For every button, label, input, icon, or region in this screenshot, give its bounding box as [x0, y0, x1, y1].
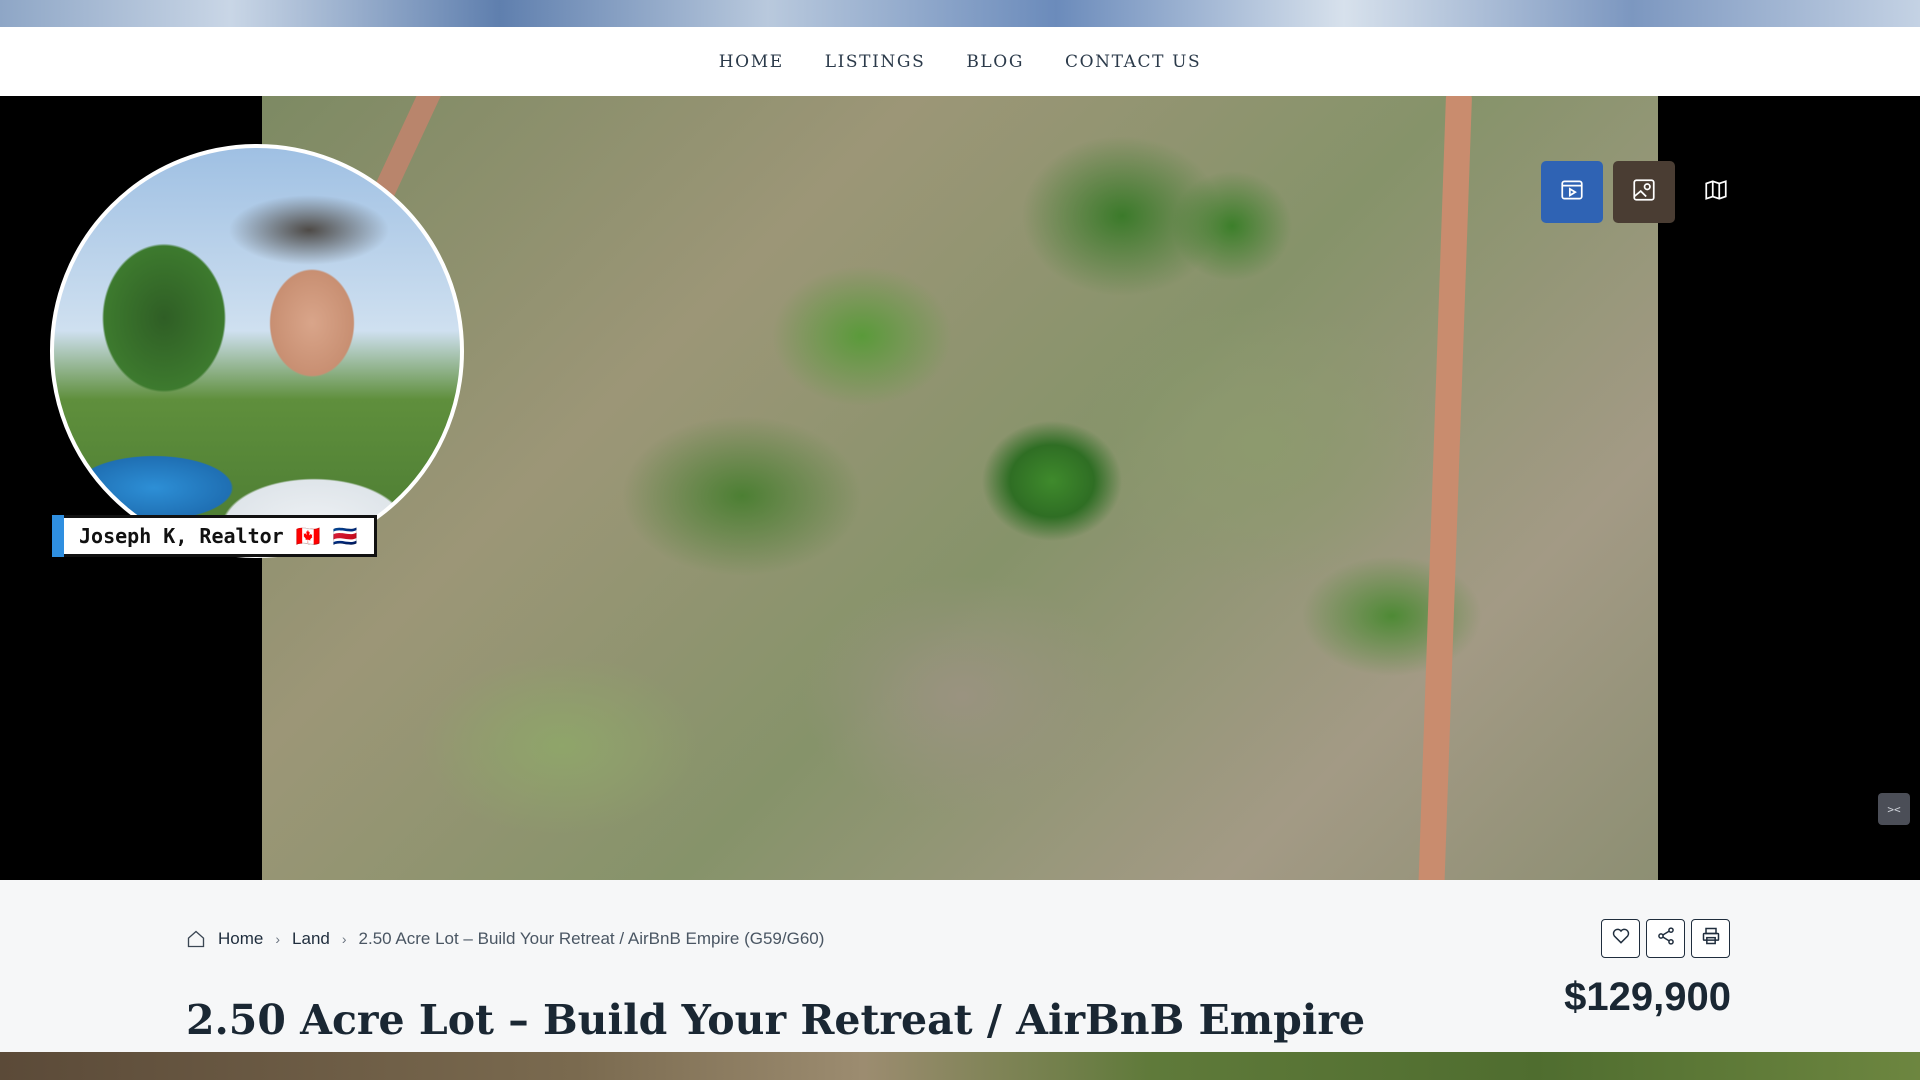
- print-button[interactable]: [1691, 919, 1730, 958]
- chevron-right-icon: ›: [341, 931, 347, 947]
- print-icon: [1701, 926, 1721, 951]
- photos-tab-button[interactable]: [1613, 161, 1675, 223]
- video-tab-button[interactable]: [1541, 161, 1603, 223]
- map-icon: [1703, 177, 1729, 208]
- chevron-right-icon: ›: [275, 931, 281, 947]
- favorite-button[interactable]: [1601, 919, 1640, 958]
- gallery-preview-strip: [0, 1052, 1920, 1080]
- heart-icon: [1611, 926, 1631, 951]
- presenter-name-label: Joseph K, Realtor 🇨🇦 🇨🇷: [52, 515, 377, 557]
- photo-icon: [1631, 177, 1657, 208]
- nav-home[interactable]: HOME: [719, 52, 784, 72]
- nav-listings[interactable]: LISTINGS: [825, 52, 926, 72]
- main-nav: HOME LISTINGS BLOG CONTACT US: [0, 27, 1920, 96]
- nav-contact-us[interactable]: CONTACT US: [1065, 52, 1201, 72]
- home-icon: [186, 929, 206, 949]
- dirt-road: [1417, 96, 1473, 880]
- video-icon: [1559, 177, 1585, 208]
- listing-actions: [1601, 919, 1730, 958]
- breadcrumb-home[interactable]: Home: [218, 929, 263, 949]
- breadcrumb: Home › Land › 2.50 Acre Lot – Build Your…: [186, 929, 824, 949]
- breadcrumb-current: 2.50 Acre Lot – Build Your Retreat / Air…: [358, 929, 825, 948]
- listing-title: 2.50 Acre Lot – Build Your Retreat / Air…: [186, 996, 1366, 1044]
- map-tab-button[interactable]: [1685, 161, 1747, 223]
- nav-blog[interactable]: BLOG: [966, 52, 1024, 72]
- breadcrumb-land[interactable]: Land: [292, 929, 330, 949]
- chat-widget-icon[interactable]: ><: [1878, 793, 1910, 825]
- share-button[interactable]: [1646, 919, 1685, 958]
- aerial-property-video[interactable]: [262, 96, 1658, 880]
- listing-price: $129,900: [1564, 975, 1731, 1019]
- share-icon: [1656, 926, 1676, 951]
- presenter-video-bubble: [50, 144, 464, 558]
- header-sky-banner: [0, 0, 1920, 27]
